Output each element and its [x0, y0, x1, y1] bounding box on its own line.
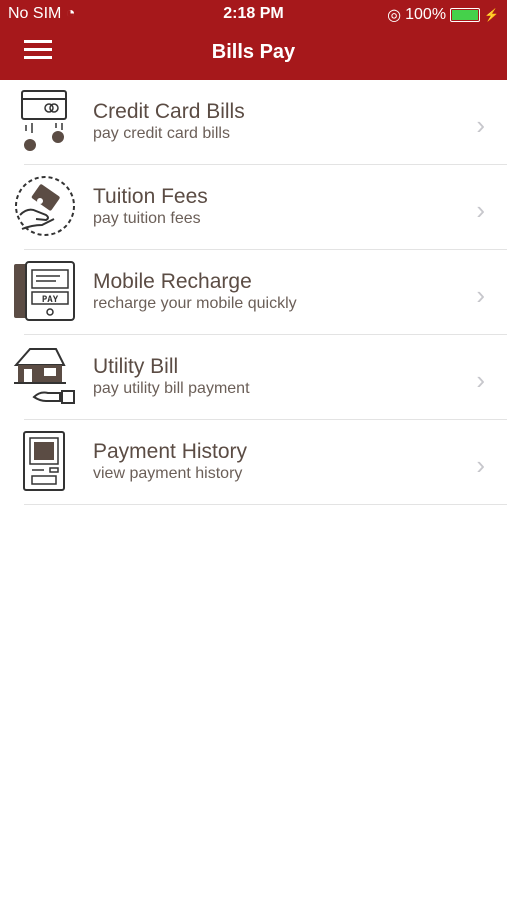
item-text: Payment History view payment history [93, 440, 247, 483]
page-title: Bills Pay [211, 41, 296, 63]
list-item-payment-history[interactable]: Payment History view payment history › [0, 420, 507, 505]
credit-card-icon [21, 90, 67, 151]
divider [24, 504, 507, 505]
item-title: Credit Card Bills [93, 100, 245, 123]
svg-text:PAY: PAY [42, 295, 59, 305]
item-text: Tuition Fees pay tuition fees [93, 185, 208, 228]
nav-bar: Bills Pay [0, 28, 507, 80]
list-item-utility-bill[interactable]: Utility Bill pay utility bill payment › [0, 335, 507, 420]
item-text: Credit Card Bills pay credit card bills [93, 100, 245, 143]
item-subtitle: pay credit card bills [93, 125, 230, 142]
item-title: Payment History [93, 440, 248, 463]
item-title: Utility Bill [93, 355, 179, 378]
list-item-credit-card-bills[interactable]: Credit Card Bills pay credit card bills … [0, 80, 507, 165]
receipt-machine-icon [23, 431, 65, 491]
battery-icon [450, 8, 481, 22]
list-item-mobile-recharge[interactable]: PAY Mobile Recharge recharge your mobile… [0, 250, 507, 335]
chevron-right-icon: › [476, 450, 485, 480]
tuition-hand-icon [15, 176, 75, 236]
battery-label: 100% [405, 6, 447, 23]
chevron-right-icon: › [476, 365, 485, 395]
bill-list: Credit Card Bills pay credit card bills … [0, 80, 507, 505]
item-subtitle: view payment history [93, 465, 243, 482]
app-header: No SIM ◔ 2:18 PM ◎ 100% ⚡ Bills Pay [0, 0, 507, 80]
status-bar: No SIM ◔ 2:18 PM ◎ 100% ⚡ [0, 0, 507, 28]
item-subtitle: pay utility bill payment [93, 380, 250, 397]
item-subtitle: recharge your mobile quickly [93, 295, 297, 312]
battery-status: ◎ 100% ⚡ [387, 5, 499, 25]
chevron-right-icon: › [476, 110, 485, 140]
item-title: Mobile Recharge [93, 270, 252, 293]
list-item-tuition-fees[interactable]: Tuition Fees pay tuition fees › [0, 165, 507, 250]
house-hand-icon [13, 348, 75, 404]
item-text: Mobile Recharge recharge your mobile qui… [93, 270, 297, 313]
chevron-right-icon: › [476, 280, 485, 310]
chevron-right-icon: › [476, 195, 485, 225]
item-text: Utility Bill pay utility bill payment [93, 355, 250, 398]
mobile-pay-icon: PAY [14, 261, 75, 321]
item-subtitle: pay tuition fees [93, 210, 201, 227]
charging-icon: ⚡ [484, 8, 499, 22]
orientation-lock-icon: ◎ [387, 7, 402, 24]
item-title: Tuition Fees [93, 185, 208, 208]
